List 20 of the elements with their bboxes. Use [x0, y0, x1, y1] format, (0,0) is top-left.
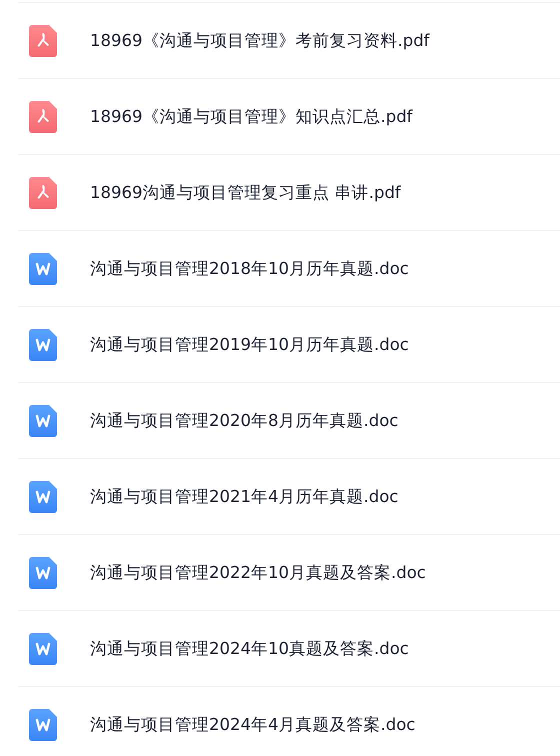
file-name[interactable]: 沟通与项目管理2020年8月历年真题.doc [90, 410, 398, 432]
word-file-icon [29, 480, 57, 512]
file-name[interactable]: 沟通与项目管理2024年10真题及答案.doc [90, 638, 409, 660]
word-file-icon [29, 556, 57, 588]
word-file-icon [29, 632, 57, 664]
file-name[interactable]: 沟通与项目管理2018年10月历年真题.doc [90, 258, 409, 280]
word-file-icon [29, 708, 57, 740]
pdf-file-icon [29, 100, 57, 132]
file-name[interactable]: 18969《沟通与项目管理》考前复习资料.pdf [90, 30, 430, 52]
word-file-icon [29, 328, 57, 360]
pdf-file-icon [29, 176, 57, 208]
file-name[interactable]: 18969《沟通与项目管理》知识点汇总.pdf [90, 106, 412, 128]
word-file-icon [29, 252, 57, 284]
file-name[interactable]: 18969沟通与项目管理复习重点 串讲.pdf [90, 182, 401, 204]
file-name[interactable]: 沟通与项目管理2019年10月历年真题.doc [90, 334, 409, 356]
file-name[interactable]: 沟通与项目管理2024年4月真题及答案.doc [90, 714, 416, 736]
pdf-file-icon [29, 24, 57, 56]
file-name[interactable]: 沟通与项目管理2021年4月历年真题.doc [90, 486, 398, 508]
word-file-icon [29, 404, 57, 436]
file-name[interactable]: 沟通与项目管理2022年10月真题及答案.doc [90, 562, 426, 584]
